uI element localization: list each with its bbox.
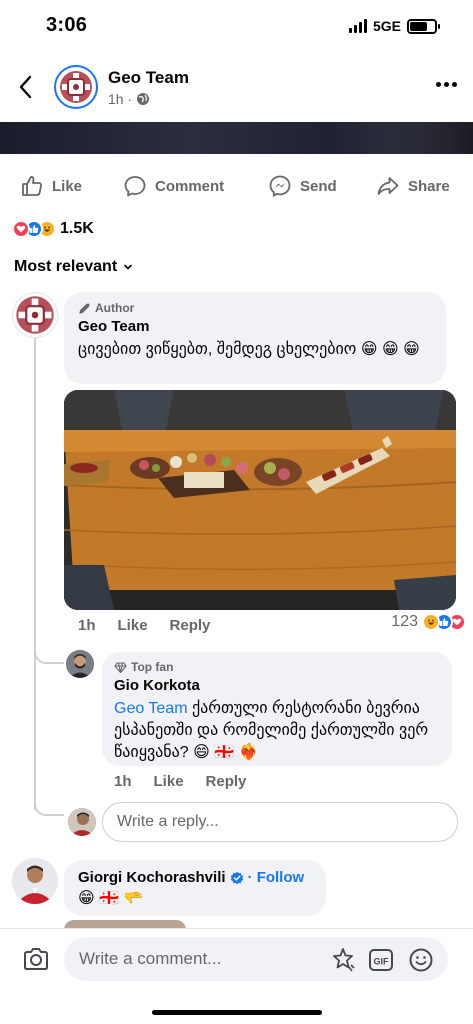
messenger-icon bbox=[269, 175, 291, 197]
verified-badge-icon bbox=[230, 871, 243, 884]
reply-input[interactable]: Write a reply... bbox=[102, 802, 458, 842]
more-options-button[interactable] bbox=[436, 82, 457, 87]
comment-bubble[interactable]: Author Geo Team ცივებით ვიწყებთ, შემდეგ … bbox=[64, 292, 446, 384]
share-label: Share bbox=[408, 177, 450, 195]
status-bar: 3:06 5GE bbox=[0, 0, 473, 52]
home-indicator bbox=[152, 1010, 322, 1015]
camera-button[interactable] bbox=[22, 947, 50, 976]
author-badge: Author bbox=[78, 301, 432, 315]
comment-sort-dropdown[interactable]: Most relevant bbox=[14, 258, 133, 276]
thread-line bbox=[34, 338, 36, 810]
diamond-icon bbox=[114, 661, 127, 673]
status-indicators: 5GE bbox=[348, 18, 440, 34]
chevron-down-icon bbox=[124, 264, 132, 270]
post-meta: 1h · bbox=[108, 91, 150, 107]
person-photo-icon bbox=[68, 808, 96, 836]
comment-author[interactable]: Giorgi Kochorashvili bbox=[78, 869, 226, 886]
reply-bubble[interactable]: Top fan Gio Korkota Geo Team ქართული რეს… bbox=[102, 652, 452, 766]
comment-bubble[interactable]: Giorgi Kochorashvili · Follow 😁 🇬🇪 🫳 bbox=[64, 860, 326, 916]
page-avatar[interactable] bbox=[54, 65, 98, 109]
comment-placeholder: Write a comment... bbox=[79, 949, 222, 968]
comment-reactions[interactable]: 123 bbox=[391, 613, 466, 631]
comment-header: Giorgi Kochorashvili · Follow bbox=[78, 869, 312, 886]
commenter-avatar[interactable] bbox=[12, 858, 58, 904]
food-table-photo bbox=[64, 390, 456, 610]
comment-photo[interactable] bbox=[64, 390, 456, 610]
gif-icon[interactable]: GIF bbox=[368, 947, 394, 973]
camera-icon bbox=[24, 948, 48, 970]
dot-icon bbox=[436, 82, 441, 87]
chevron-left-icon bbox=[19, 75, 32, 99]
reply-avatar[interactable] bbox=[66, 650, 94, 678]
post-image[interactable] bbox=[0, 122, 473, 154]
comment-reaction-count: 123 bbox=[391, 613, 418, 630]
geo-team-logo-icon bbox=[57, 68, 95, 106]
share-arrow-icon bbox=[377, 177, 399, 195]
sort-label: Most relevant bbox=[14, 258, 118, 275]
dot-icon bbox=[452, 82, 457, 87]
love-reaction-icon bbox=[12, 220, 30, 238]
send-label: Send bbox=[300, 177, 337, 195]
reaction-count: 1.5K bbox=[60, 220, 94, 237]
dot-icon bbox=[444, 82, 449, 87]
post-actions: Like Comment Send Share bbox=[0, 166, 473, 206]
reply-time: 1h bbox=[114, 773, 132, 790]
reactions-summary[interactable]: 1.5K bbox=[12, 220, 94, 238]
status-time: 3:06 bbox=[46, 14, 88, 36]
post-time: 1h · bbox=[108, 91, 133, 107]
user-avatar bbox=[68, 808, 96, 836]
comment-meta: 1h Like Reply bbox=[78, 617, 210, 634]
globe-icon bbox=[137, 93, 150, 105]
signal-icon bbox=[348, 19, 367, 33]
thread-connector bbox=[34, 648, 64, 664]
comment-like-button[interactable]: Like bbox=[118, 617, 148, 634]
comment-label: Comment bbox=[155, 177, 225, 195]
person-photo-icon bbox=[66, 650, 94, 678]
comment-text: ცივებით ვიწყებთ, შემდეგ ცხელებიო 😁 😁 😁 bbox=[78, 341, 420, 358]
comment-reply-button[interactable]: Reply bbox=[170, 617, 211, 634]
avatar-sticker-icon[interactable] bbox=[330, 947, 356, 973]
badge-label: Author bbox=[95, 301, 135, 315]
back-button[interactable] bbox=[14, 72, 40, 102]
emoji-icon[interactable] bbox=[408, 947, 434, 973]
commenter-avatar[interactable] bbox=[12, 292, 58, 338]
network-type: 5GE bbox=[372, 18, 401, 34]
comment-text: 😁 🇬🇪 🫳 bbox=[78, 890, 144, 907]
battery-icon bbox=[407, 18, 440, 34]
comment-author[interactable]: Gio Korkota bbox=[114, 677, 440, 694]
comment-bubble-icon bbox=[124, 176, 146, 197]
reply-meta: 1h Like Reply bbox=[114, 773, 246, 790]
thread-connector bbox=[34, 800, 64, 816]
post-header: Geo Team 1h · bbox=[0, 60, 473, 116]
badge-label: Top fan bbox=[131, 660, 174, 674]
person-photo-icon bbox=[12, 858, 58, 904]
comment-author[interactable]: Geo Team bbox=[78, 318, 432, 335]
page-name[interactable]: Geo Team bbox=[108, 68, 189, 88]
like-label: Like bbox=[52, 177, 83, 195]
reply-like-button[interactable]: Like bbox=[154, 773, 184, 790]
mention-link[interactable]: Geo Team bbox=[114, 700, 188, 717]
geo-team-logo-icon bbox=[16, 296, 54, 334]
haha-reaction-icon bbox=[422, 613, 440, 631]
top-fan-badge: Top fan bbox=[114, 660, 440, 674]
pen-icon bbox=[79, 302, 90, 314]
comment-button[interactable]: Comment bbox=[123, 174, 224, 198]
comment-time: 1h bbox=[78, 617, 96, 634]
send-button[interactable]: Send bbox=[268, 174, 337, 198]
svg-text:GIF: GIF bbox=[374, 957, 390, 967]
comment-text: Geo Team ქართული რესტორანი ბევრია ესპანე… bbox=[114, 698, 440, 764]
like-button[interactable]: Like bbox=[20, 174, 82, 198]
follow-button[interactable]: · Follow bbox=[248, 869, 305, 886]
reply-reply-button[interactable]: Reply bbox=[206, 773, 247, 790]
comment-input[interactable]: Write a comment... GIF bbox=[64, 937, 448, 981]
thumbs-up-icon bbox=[22, 176, 42, 196]
share-button[interactable]: Share bbox=[376, 174, 450, 198]
